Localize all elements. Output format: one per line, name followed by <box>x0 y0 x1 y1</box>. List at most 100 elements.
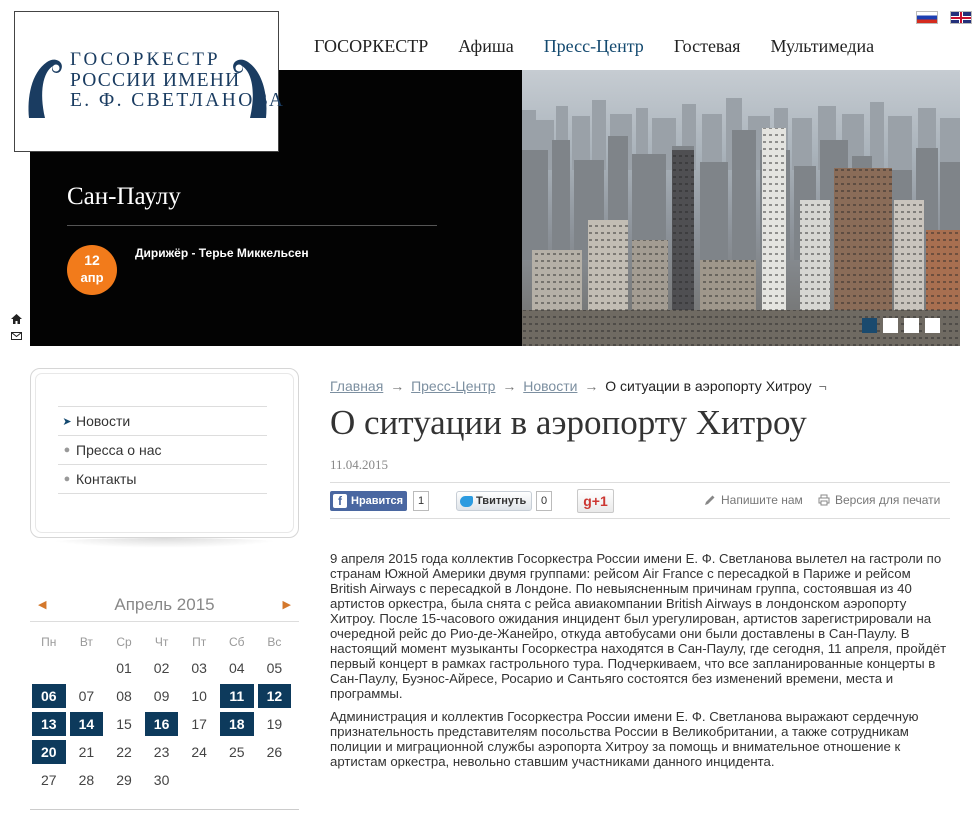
calendar-day: 15 <box>116 716 132 732</box>
google-plus-button[interactable]: g+1 <box>577 489 614 513</box>
calendar-day: 29 <box>116 772 132 788</box>
calendar-day: 26 <box>266 744 283 760</box>
side-icons <box>11 314 22 343</box>
nav-multimedia[interactable]: Мультимедиа <box>770 36 874 58</box>
write-us-label: Напишите нам <box>721 493 803 507</box>
calendar-empty-cell <box>32 656 66 680</box>
logo-line-2: РОССИИ ИМЕНИ <box>70 69 241 91</box>
menu-item-contacts[interactable]: ● Контакты <box>58 465 267 494</box>
events-calendar: ◀ Апрель 2015 ▶ Пн Вт Ср Чт Пт Сб Вс 01 02 03 04 05… <box>30 588 299 810</box>
calendar-event-day[interactable]: 12 <box>257 684 292 708</box>
bullet-icon: ● <box>63 473 71 485</box>
logo[interactable]: ГОСОРКЕСТР РОССИИ ИМЕНИ Е. Ф. СВЕТЛАНОВА <box>14 11 283 152</box>
breadcrumb-news[interactable]: Новости <box>523 378 577 394</box>
facebook-like-count: 1 <box>413 491 430 511</box>
breadcrumb-home[interactable]: Главная <box>330 378 383 394</box>
breadcrumb-separator: → <box>584 378 599 394</box>
calendar-grid: Пн Вт Ср Чт Пт Сб Вс 01 02 03 04 05 06 07 08 09 10 11 12 13… <box>30 630 299 794</box>
city-skyline-image <box>522 70 960 346</box>
calendar-day: 07 <box>78 688 95 704</box>
facebook-icon: f <box>333 494 347 508</box>
breadcrumb-separator: → <box>502 378 517 394</box>
slider-dot-4[interactable] <box>925 318 940 333</box>
logo-line-1: ГОСОРКЕСТР <box>70 49 221 70</box>
print-version-link[interactable]: Версия для печати <box>818 493 940 507</box>
calendar-day: 24 <box>191 744 207 760</box>
calendar-event-day[interactable]: 20 <box>32 740 66 764</box>
tweet-button[interactable]: Твитнуть <box>456 491 532 511</box>
calendar-event-day[interactable]: 06 <box>32 684 66 708</box>
calendar-day: 03 <box>191 660 207 676</box>
article-paragraph: Администрация и коллектив Госоркестра Ро… <box>330 709 919 769</box>
slider-dot-3[interactable] <box>904 318 919 333</box>
mail-icon[interactable] <box>11 331 22 343</box>
calendar-event-day[interactable]: 13 <box>32 712 66 736</box>
calendar-day: 25 <box>228 744 245 760</box>
weekday-label: Пн <box>41 635 57 649</box>
logo-text: ГОСОРКЕСТР РОССИИ ИМЕНИ Е. Ф. СВЕТЛАНОВА <box>70 49 285 112</box>
calendar-divider <box>30 809 299 810</box>
nav-press-center[interactable]: Пресс-Центр <box>544 36 644 58</box>
calendar-empty-cell <box>70 656 104 680</box>
next-month-icon[interactable]: ▶ <box>283 598 291 611</box>
calendar-header: ◀ Апрель 2015 ▶ <box>30 588 299 622</box>
breadcrumb-tail: ¬ <box>818 378 827 394</box>
slider-dot-1[interactable] <box>862 318 877 333</box>
print-version-label: Версия для печати <box>835 493 941 507</box>
date-badge: 12 апр <box>67 245 117 295</box>
breadcrumb-press-center[interactable]: Пресс-Центр <box>411 378 495 394</box>
article-paragraph: 9 апреля 2015 года коллектив Госоркестра… <box>330 551 947 701</box>
tweet-count: 0 <box>536 491 553 511</box>
write-us-link[interactable]: Напишите нам <box>704 493 803 507</box>
calendar-day: 21 <box>78 744 95 760</box>
calendar-day: 09 <box>153 688 170 704</box>
date-day: 12 <box>84 252 100 268</box>
weekday-label: Вс <box>267 635 282 649</box>
calendar-day: 02 <box>153 660 170 676</box>
breadcrumb: Главная → Пресс-Центр → Новости → О ситу… <box>330 378 830 394</box>
calendar-day: 22 <box>116 744 132 760</box>
nav-guestbook[interactable]: Гостевая <box>674 36 741 58</box>
menu-item-news[interactable]: ➤ Новости <box>58 407 267 436</box>
printer-icon <box>818 494 830 506</box>
chevron-right-icon: ➤ <box>62 415 72 428</box>
weekday-label: Вт <box>79 635 93 649</box>
pencil-icon <box>705 495 715 505</box>
share-bar: f Нравится 1 Твитнуть 0 g+1 Напишите нам… <box>330 482 950 519</box>
calendar-day: 27 <box>41 772 57 788</box>
prev-month-icon[interactable]: ◀ <box>38 598 46 611</box>
menu-item-label: Пресса о нас <box>76 442 162 458</box>
language-switch <box>916 11 972 24</box>
section-menu-list: ➤ Новости ● Пресса о нас ● Контакты <box>58 406 267 494</box>
calendar-month: Апрель 2015 <box>114 594 215 614</box>
calendar-day: 08 <box>116 688 132 704</box>
slider-dots <box>862 318 940 333</box>
publish-date: 11.04.2015 <box>330 457 389 472</box>
calendar-day: 23 <box>153 744 170 760</box>
weekday-label: Чт <box>154 635 169 649</box>
menu-item-press[interactable]: ● Пресса о нас <box>58 436 267 465</box>
menu-item-label: Новости <box>76 413 131 429</box>
uk-flag-icon[interactable] <box>950 11 972 24</box>
weekday-label: Пт <box>192 635 207 649</box>
calendar-event-day[interactable]: 16 <box>144 712 179 736</box>
nav-gosorkestr[interactable]: ГОСОРКЕСТР <box>314 36 428 58</box>
facebook-like-label: Нравится <box>351 495 404 507</box>
section-menu: ➤ Новости ● Пресса о нас ● Контакты <box>30 368 299 538</box>
nav-afisha[interactable]: Афиша <box>458 36 513 58</box>
calendar-day: 01 <box>116 660 132 676</box>
russia-flag-icon[interactable] <box>916 11 938 24</box>
facebook-like-button[interactable]: f Нравится <box>330 491 407 511</box>
banner-city[interactable]: Сан-Паулу <box>67 183 181 211</box>
main-nav: ГОСОРКЕСТР Афиша Пресс-Центр Гостевая Му… <box>314 36 904 58</box>
menu-shadow <box>45 538 284 548</box>
date-month: апр <box>80 270 104 285</box>
weekday-label: Ср <box>116 635 132 649</box>
home-icon[interactable] <box>11 314 22 327</box>
calendar-event-day[interactable]: 14 <box>69 712 104 736</box>
calendar-event-day[interactable]: 11 <box>219 684 254 708</box>
slider-dot-2[interactable] <box>883 318 898 333</box>
banner-divider <box>67 225 437 226</box>
menu-item-label: Контакты <box>76 471 137 487</box>
calendar-event-day[interactable]: 18 <box>219 712 254 736</box>
